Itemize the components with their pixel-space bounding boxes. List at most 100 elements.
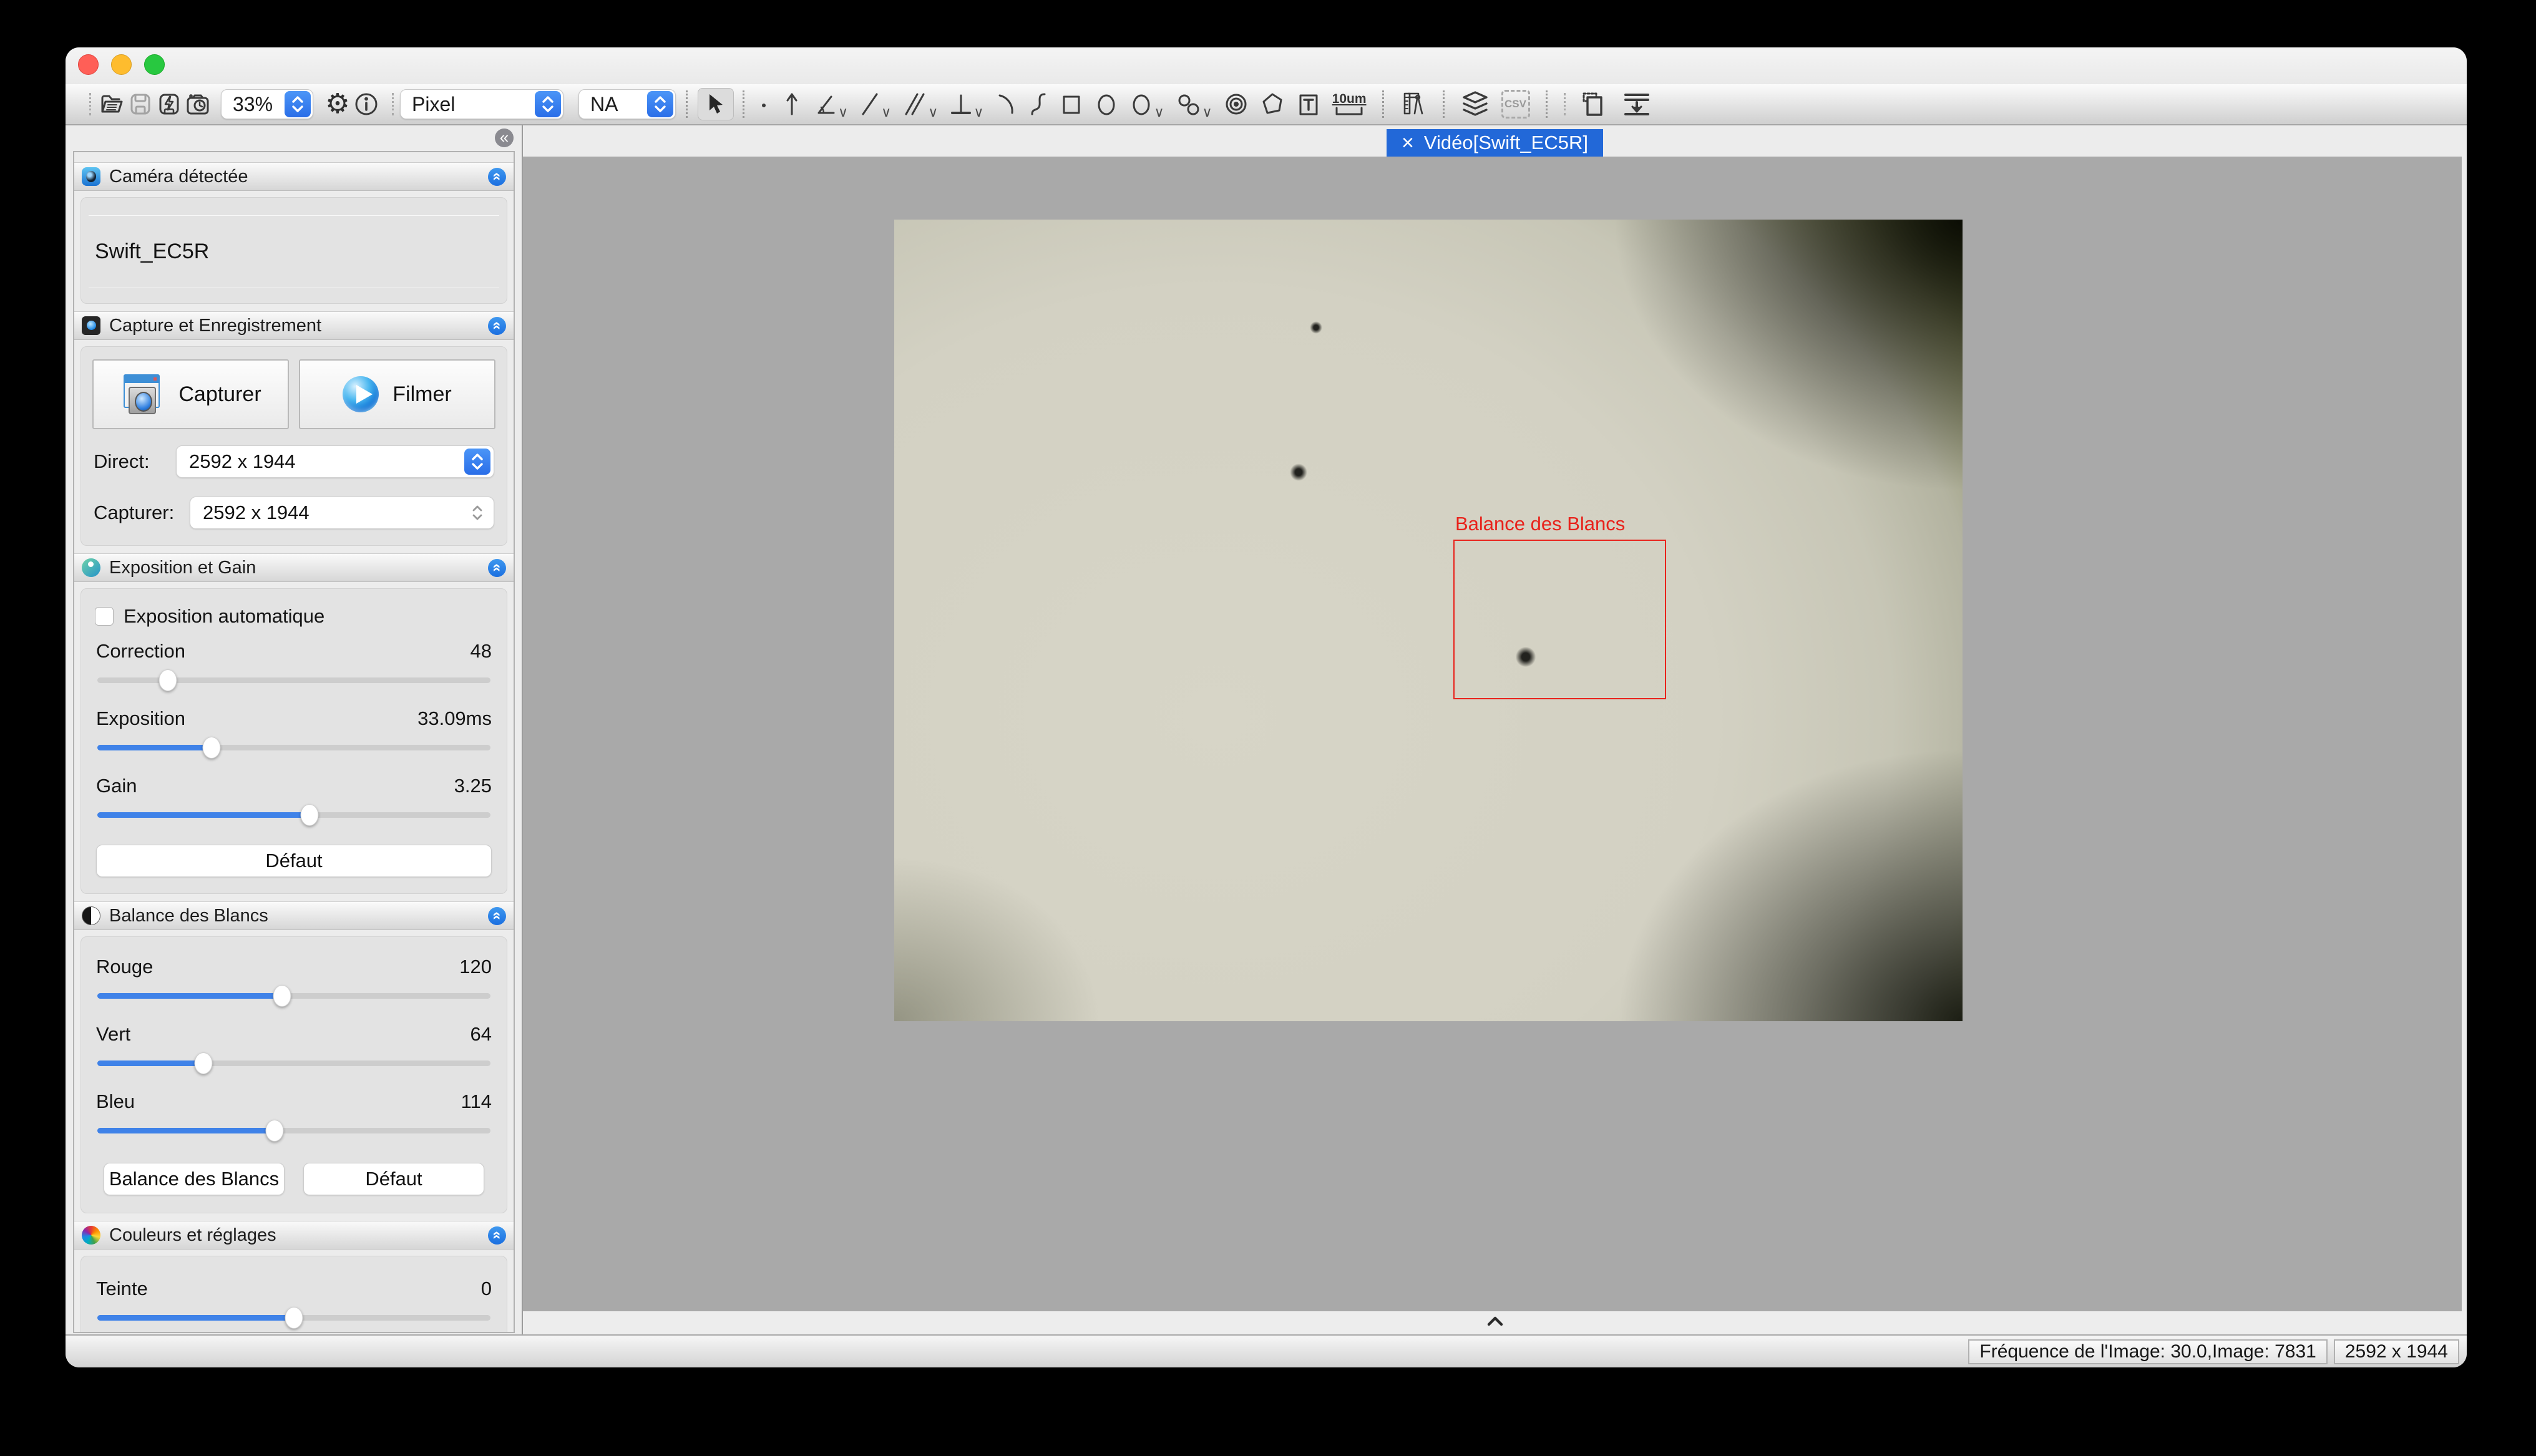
- red-slider[interactable]: [97, 984, 490, 1007]
- correction-slider-thumb[interactable]: [159, 669, 177, 691]
- expand-bottom-panel-icon[interactable]: [1485, 1314, 1506, 1331]
- gain-slider-thumb[interactable]: [301, 804, 319, 826]
- section-header-white-balance[interactable]: Balance des Blancs «: [74, 901, 514, 930]
- dust-speck: [1310, 321, 1322, 334]
- white-balance-roi[interactable]: [1453, 540, 1666, 699]
- section-header-camera[interactable]: Caméra détectée «: [74, 162, 514, 191]
- collapse-section-icon[interactable]: «: [488, 559, 506, 577]
- capture-button[interactable]: Capturer: [92, 359, 289, 429]
- layers-icon[interactable]: [1460, 90, 1490, 119]
- capture-card: Capturer Filmer Direct: 2592 x 1944: [80, 346, 507, 546]
- two-circles-tool-icon[interactable]: ∨: [1176, 90, 1212, 118]
- exposure-card: Exposition automatique Correction 48 Exp…: [80, 588, 507, 894]
- live-resolution-select[interactable]: 2592 x 1944: [176, 445, 494, 478]
- export-image-icon[interactable]: [1622, 90, 1652, 119]
- collapse-section-icon[interactable]: «: [488, 907, 506, 925]
- minimize-window-button[interactable]: [111, 54, 132, 75]
- quick-save-icon[interactable]: [155, 90, 183, 119]
- annulus-tool-icon[interactable]: [1224, 90, 1249, 118]
- rectangle-tool-icon[interactable]: [1060, 90, 1083, 118]
- angle-tool-icon[interactable]: ∨: [812, 90, 848, 118]
- white-balance-button[interactable]: Balance des Blancs: [104, 1163, 285, 1195]
- capture-button-icon: [120, 373, 165, 415]
- toolbar-drag-handle: [392, 93, 394, 115]
- collapse-sidebar-icon[interactable]: «: [495, 129, 514, 147]
- document-tab-strip: × Vidéo[Swift_EC5R]: [523, 125, 2467, 157]
- close-window-button[interactable]: [78, 54, 99, 75]
- magnification-select[interactable]: NA: [578, 89, 676, 119]
- scale-bar-tool-icon[interactable]: 10um: [1332, 92, 1367, 117]
- record-button[interactable]: Filmer: [299, 359, 495, 429]
- arc-tool-icon[interactable]: [995, 90, 1017, 118]
- hue-slider-thumb[interactable]: [285, 1307, 303, 1329]
- exposure-slider[interactable]: [97, 736, 490, 759]
- bottom-panel-strip: [523, 1311, 2467, 1334]
- line-tool-icon[interactable]: ∨: [859, 90, 891, 118]
- resolution-status: 2592 x 1944: [2334, 1339, 2459, 1364]
- camera-control-sidebar: « Caméra détectée « Swift_EC5R Capture e…: [71, 131, 522, 1334]
- circle-tool-icon[interactable]: ∨: [1129, 90, 1164, 118]
- arrow-tool-icon[interactable]: [783, 90, 801, 118]
- save-icon-disabled: [126, 90, 155, 119]
- zoom-window-button[interactable]: [144, 54, 165, 75]
- gain-slider[interactable]: [97, 803, 490, 826]
- green-slider-thumb[interactable]: [195, 1052, 213, 1074]
- toolbar-separator: [743, 90, 744, 118]
- unit-select[interactable]: Pixel: [400, 89, 563, 119]
- point-tool-icon[interactable]: [756, 92, 771, 117]
- auto-exposure-checkbox[interactable]: [95, 607, 114, 626]
- white-balance-default-button[interactable]: Défaut: [303, 1163, 484, 1195]
- info-icon[interactable]: [352, 90, 381, 119]
- blue-slider-thumb[interactable]: [265, 1120, 283, 1142]
- copy-icon[interactable]: [1578, 90, 1606, 119]
- section-header-exposure[interactable]: Exposition et Gain «: [74, 553, 514, 582]
- hue-slider[interactable]: [97, 1306, 490, 1329]
- unit-stepper-icon[interactable]: [535, 91, 561, 117]
- tab-close-icon[interactable]: ×: [1402, 132, 1414, 153]
- curve-tool-icon[interactable]: [1028, 90, 1048, 118]
- sidebar-panel: Caméra détectée « Swift_EC5R Capture et …: [73, 151, 515, 1333]
- live-resolution-stepper-icon[interactable]: [464, 449, 490, 475]
- main-toolbar: 33% ⚙ Pixel NA: [66, 84, 2467, 125]
- perpendicular-tool-icon[interactable]: ∨: [949, 90, 983, 118]
- measurement-settings-icon[interactable]: [1400, 90, 1427, 119]
- video-tab[interactable]: × Vidéo[Swift_EC5R]: [1387, 129, 1603, 157]
- exposure-icon: [82, 558, 100, 577]
- colors-card: Teinte 0 Saturation 64: [80, 1256, 507, 1333]
- collapse-section-icon[interactable]: «: [488, 1226, 506, 1245]
- green-slider[interactable]: [97, 1052, 490, 1074]
- capture-resolution-stepper-icon: [464, 500, 490, 526]
- frame-rate-status: Fréquence de l'Image: 30.0,Image: 7831: [1968, 1339, 2327, 1364]
- white-balance-roi-label: Balance des Blancs: [1455, 513, 1625, 535]
- pointer-tool-selected[interactable]: [698, 88, 734, 120]
- capture-camera-icon: [82, 316, 100, 335]
- magnification-stepper-icon[interactable]: [647, 91, 673, 117]
- camera-name[interactable]: Swift_EC5R: [81, 216, 507, 288]
- status-bar: Fréquence de l'Image: 30.0,Image: 7831 2…: [66, 1334, 2467, 1367]
- polygon-tool-icon[interactable]: [1260, 90, 1285, 118]
- color-wheel-icon: [82, 1226, 100, 1245]
- capture-resolution-select[interactable]: 2592 x 1944: [190, 497, 494, 529]
- text-tool-icon[interactable]: [1296, 90, 1321, 118]
- live-video-feed[interactable]: Balance des Blancs: [894, 220, 1963, 1021]
- collapse-section-icon[interactable]: «: [488, 317, 506, 335]
- camera-lens-icon: [82, 167, 100, 186]
- exposure-slider-thumb[interactable]: [202, 737, 220, 759]
- zoom-level-select[interactable]: 33%: [221, 89, 313, 119]
- ellipse-tool-icon[interactable]: [1095, 90, 1118, 118]
- toolbar-drag-handle: [89, 93, 91, 115]
- correction-slider[interactable]: [97, 669, 490, 691]
- open-file-icon[interactable]: [97, 90, 126, 119]
- section-header-colors[interactable]: Couleurs et réglages «: [74, 1221, 514, 1250]
- section-header-capture[interactable]: Capture et Enregistrement «: [74, 311, 514, 340]
- parallel-lines-tool-icon[interactable]: ∨: [902, 90, 938, 118]
- collapse-section-icon[interactable]: «: [488, 168, 506, 186]
- white-balance-card: Rouge 120 Vert 64 Bleu: [80, 936, 507, 1213]
- capture-timer-icon[interactable]: [183, 90, 212, 119]
- blue-slider[interactable]: [97, 1119, 490, 1142]
- exposure-default-button[interactable]: Défaut: [96, 845, 492, 877]
- settings-gear-icon[interactable]: ⚙: [323, 90, 352, 119]
- red-slider-thumb[interactable]: [273, 985, 291, 1007]
- export-csv-icon: CSV: [1501, 90, 1530, 119]
- zoom-stepper-icon[interactable]: [285, 91, 311, 117]
